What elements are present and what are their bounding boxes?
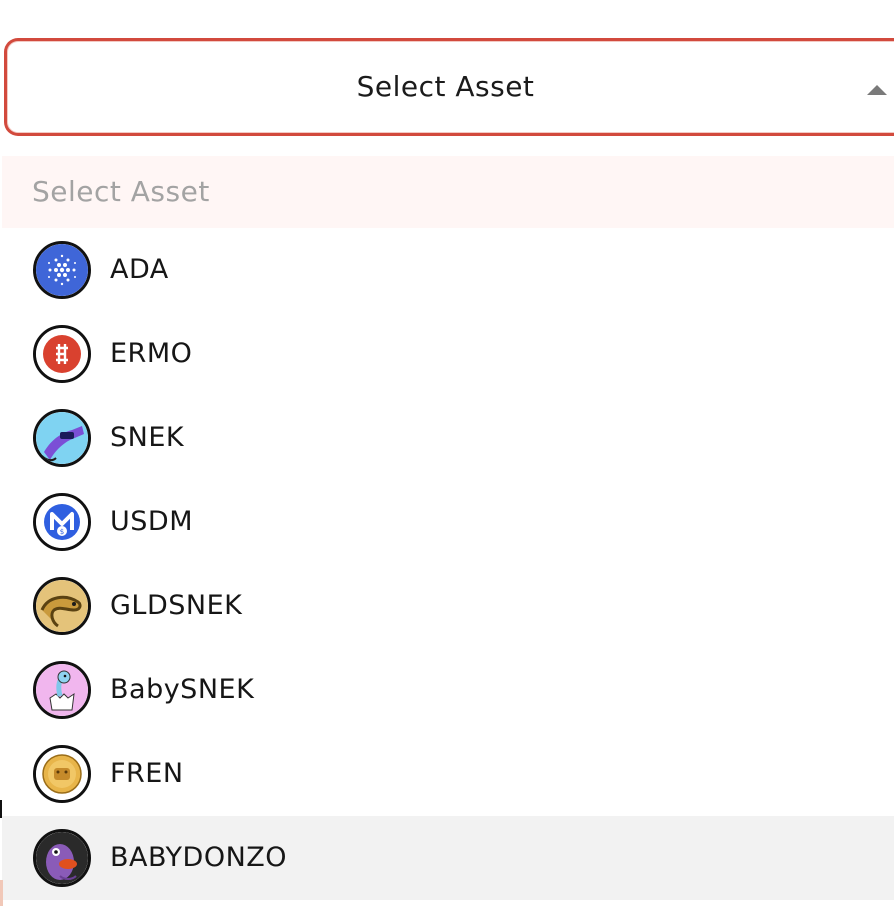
option-label: GLDSNEK [110, 590, 243, 621]
option-label: BABYDONZO [110, 842, 288, 873]
option-usdm[interactable]: $ USDM [2, 480, 894, 564]
option-label: SNEK [110, 422, 185, 453]
caret-up-icon[interactable] [867, 85, 887, 95]
babysnek-token-icon [33, 661, 91, 719]
option-label: BabySNEK [110, 674, 255, 705]
usdm-token-icon: $ [33, 493, 91, 551]
asset-dropdown-menu: Select Asset ADA ERMO SNEK $ USDM GLDSNE… [2, 156, 894, 906]
left-edge-mark [0, 800, 2, 818]
svg-text:$: $ [60, 528, 64, 536]
option-snek[interactable]: SNEK [2, 396, 894, 480]
asset-select-value: Select Asset [356, 70, 535, 103]
left-edge-accent [0, 880, 3, 906]
asset-select[interactable]: Select Asset [4, 38, 894, 136]
ermo-token-icon [33, 325, 91, 383]
option-ermo[interactable]: ERMO [2, 312, 894, 396]
option-label: ERMO [110, 338, 193, 369]
option-label: ADA [110, 254, 169, 285]
option-label: FREN [110, 758, 184, 789]
option-label: USDM [110, 506, 193, 537]
babydonzo-token-icon [33, 829, 91, 887]
snek-token-icon [33, 409, 91, 467]
option-fren[interactable]: FREN [2, 732, 894, 816]
option-babydonzo[interactable]: BABYDONZO [2, 816, 894, 900]
asset-select-page: Select Asset Select Asset ADA ERMO SNEK … [0, 0, 894, 912]
option-babysnek[interactable]: BabySNEK [2, 648, 894, 732]
fren-token-icon [33, 745, 91, 803]
option-ada[interactable]: ADA [2, 228, 894, 312]
ada-token-icon [33, 241, 91, 299]
gldsnek-token-icon [33, 577, 91, 635]
option-gldsnek[interactable]: GLDSNEK [2, 564, 894, 648]
menu-placeholder-option[interactable]: Select Asset [2, 156, 894, 228]
